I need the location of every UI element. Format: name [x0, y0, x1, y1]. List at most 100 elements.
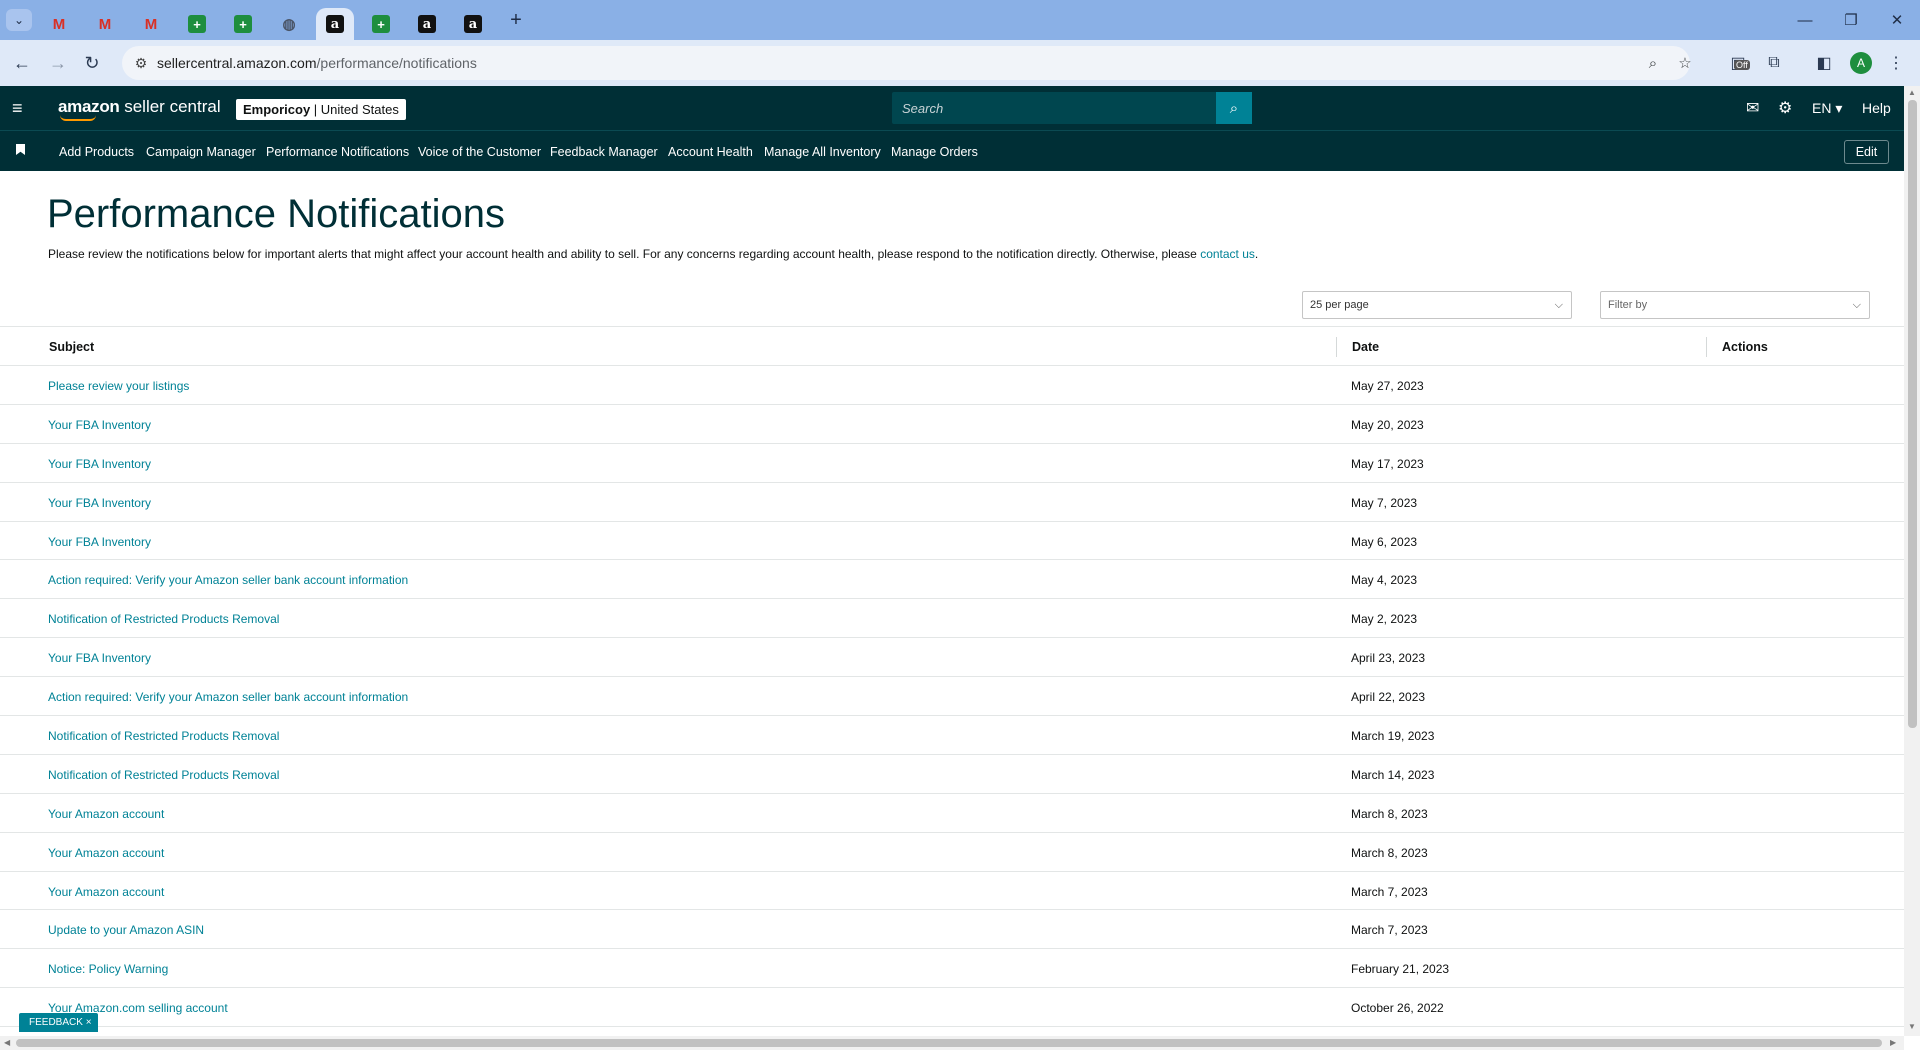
seller-central-logo[interactable]: amazon seller central — [58, 97, 221, 121]
notification-date: May 20, 2023 — [1351, 417, 1424, 432]
vertical-scrollbar[interactable]: ▲ ▼ — [1904, 86, 1920, 1036]
hamburger-menu-icon[interactable]: ≡ — [12, 98, 30, 118]
nav-link-manage-orders[interactable]: Manage Orders — [891, 145, 978, 159]
tab-search-chevron-icon[interactable]: ⌄ — [6, 9, 32, 31]
table-row: Your FBA Inventory May 17, 2023 — [0, 444, 1904, 483]
side-panel-icon[interactable]: ◧ — [1810, 49, 1838, 77]
notification-subject-link[interactable]: Your Amazon account — [48, 885, 164, 899]
browser-tab[interactable]: ◍ — [270, 8, 308, 40]
browser-tab[interactable]: + — [362, 8, 400, 40]
notification-date: April 22, 2023 — [1351, 690, 1426, 705]
notification-subject-link[interactable]: Update to your Amazon ASIN — [48, 923, 204, 937]
per-page-select[interactable]: 25 per page ⌵ — [1302, 291, 1572, 319]
reload-icon[interactable]: ↻ — [78, 49, 106, 77]
notification-subject-link[interactable]: Your FBA Inventory — [48, 418, 151, 432]
close-window-icon[interactable]: ✕ — [1874, 6, 1920, 34]
notification-date: March 8, 2023 — [1351, 806, 1428, 821]
new-tab-button[interactable]: + — [504, 8, 528, 32]
notification-subject-link[interactable]: Your FBA Inventory — [48, 535, 151, 549]
site-info-icon[interactable]: ⚙ — [130, 52, 152, 74]
notification-subject-link[interactable]: Action required: Verify your Amazon sell… — [48, 690, 408, 704]
gear-icon[interactable]: ⚙ — [1778, 98, 1792, 118]
forward-icon[interactable]: → — [44, 49, 72, 77]
browser-tab[interactable]: a — [316, 8, 354, 40]
help-link[interactable]: Help — [1862, 100, 1891, 116]
url-text: sellercentral.amazon.com/performance/not… — [157, 55, 477, 71]
nav-link-manage-all-inventory[interactable]: Manage All Inventory — [764, 145, 881, 159]
notification-subject-link[interactable]: Notification of Restricted Products Remo… — [48, 612, 279, 626]
notification-subject-link[interactable]: Your Amazon account — [48, 807, 164, 821]
browser-tab[interactable]: M — [86, 8, 124, 40]
scrollbar-thumb[interactable] — [1908, 100, 1917, 728]
notification-date: May 6, 2023 — [1351, 534, 1418, 549]
filter-select[interactable]: Filter by ⌵ — [1600, 291, 1870, 319]
scrollbar-thumb[interactable] — [16, 1039, 1882, 1047]
extensions-puzzle-icon[interactable]: ⧉ — [1760, 49, 1788, 77]
scroll-down-icon[interactable]: ▼ — [1907, 1022, 1917, 1032]
nav-link-performance-notifications[interactable]: Performance Notifications — [266, 145, 409, 159]
language-selector[interactable]: EN ▾ — [1812, 100, 1842, 117]
browser-menu-icon[interactable]: ⋮ — [1882, 49, 1910, 77]
nav-link-add-products[interactable]: Add Products — [59, 145, 134, 159]
notification-subject-link[interactable]: Your FBA Inventory — [48, 496, 151, 510]
notification-date: March 7, 2023 — [1351, 923, 1428, 938]
notification-date: May 7, 2023 — [1351, 495, 1418, 510]
table-row: Update to your Amazon ASIN March 7, 2023 — [0, 910, 1904, 950]
browser-tab[interactable]: M — [40, 8, 78, 40]
notification-subject-link[interactable]: Your Amazon account — [48, 846, 164, 860]
notification-date: April 23, 2023 — [1351, 651, 1426, 666]
nav-link-feedback-manager[interactable]: Feedback Manager — [550, 145, 658, 159]
notification-date: May 2, 2023 — [1351, 612, 1418, 627]
notification-date: March 14, 2023 — [1351, 767, 1435, 782]
minimize-icon[interactable]: — — [1782, 6, 1828, 34]
close-icon[interactable]: × — [86, 1017, 92, 1028]
table-row: Notification of Restricted Products Remo… — [0, 716, 1904, 755]
search-icon[interactable]: ⌕ — [1216, 92, 1252, 124]
page-title: Performance Notifications — [47, 192, 505, 236]
notification-subject-link[interactable]: Your FBA Inventory — [48, 651, 151, 665]
bookmark-icon[interactable] — [16, 144, 25, 155]
browser-tab[interactable]: M — [132, 8, 170, 40]
notification-subject-link[interactable]: Your FBA Inventory — [48, 457, 151, 471]
horizontal-scrollbar[interactable]: ◀ ▶ — [0, 1036, 1904, 1050]
chevron-down-icon: ⌵ — [1852, 299, 1861, 311]
notification-subject-link[interactable]: Notice: Policy Warning — [48, 962, 168, 976]
table-row: Your FBA Inventory May 7, 2023 — [0, 483, 1904, 522]
table-header: Subject Date Actions — [0, 326, 1904, 366]
back-icon[interactable]: ← — [8, 49, 36, 77]
notification-subject-link[interactable]: Notification of Restricted Products Remo… — [48, 768, 279, 782]
browser-tab[interactable]: a — [454, 8, 492, 40]
notification-subject-link[interactable]: Please review your listings — [48, 379, 189, 393]
edit-nav-button[interactable]: Edit — [1844, 140, 1889, 164]
mail-icon[interactable]: ✉ — [1746, 98, 1759, 118]
nav-link-voice-of-the-customer[interactable]: Voice of the Customer — [418, 145, 541, 159]
address-bar[interactable]: ⚙ sellercentral.amazon.com/performance/n… — [122, 46, 1692, 80]
store-selector[interactable]: Emporicoy | United States — [236, 99, 406, 120]
date-column-header[interactable]: Date — [1352, 340, 1379, 354]
notification-subject-link[interactable]: Notification of Restricted Products Remo… — [48, 729, 279, 743]
restore-icon[interactable]: ❐ — [1828, 6, 1874, 34]
browser-tab[interactable]: + — [178, 8, 216, 40]
search-input[interactable]: Search — [892, 92, 1216, 124]
table-row: Your FBA Inventory May 6, 2023 — [0, 522, 1904, 561]
sheets-icon: + — [188, 15, 206, 33]
browser-tab[interactable]: + — [224, 8, 262, 40]
profile-avatar[interactable]: A — [1850, 52, 1872, 74]
bookmark-star-icon[interactable]: ☆ — [1674, 52, 1696, 74]
subject-column-header[interactable]: Subject — [49, 340, 94, 354]
table-row: Action required: Verify your Amazon sell… — [0, 560, 1904, 600]
contact-us-link[interactable]: contact us — [1200, 247, 1255, 261]
nav-link-campaign-manager[interactable]: Campaign Manager — [146, 145, 256, 159]
zoom-icon[interactable]: ⌕ — [1642, 52, 1664, 74]
scroll-left-icon[interactable]: ◀ — [4, 1038, 10, 1047]
browser-tab[interactable]: a — [408, 8, 446, 40]
seller-central-header: ≡ amazon seller central Emporicoy | Unit… — [0, 86, 1904, 130]
gmail-icon: M — [144, 15, 158, 33]
scroll-up-icon[interactable]: ▲ — [1907, 88, 1917, 98]
feedback-button[interactable]: FEEDBACK × — [19, 1013, 98, 1032]
scroll-right-icon[interactable]: ▶ — [1890, 1038, 1896, 1047]
notification-subject-link[interactable]: Action required: Verify your Amazon sell… — [48, 573, 408, 587]
page-description: Please review the notifications below fo… — [48, 247, 1259, 261]
amazon-icon: a — [464, 15, 482, 33]
nav-link-account-health[interactable]: Account Health — [668, 145, 753, 159]
